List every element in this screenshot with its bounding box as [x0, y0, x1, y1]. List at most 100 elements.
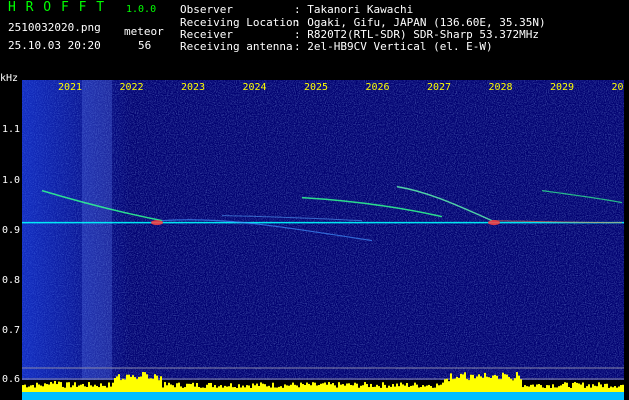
meteor-activity-bar: [618, 386, 620, 392]
meteor-activity-bar: [396, 383, 398, 392]
meteor-activity-bar: [368, 387, 370, 392]
meteor-activity-bar: [284, 384, 286, 392]
meteor-activity-bar: [118, 374, 120, 392]
meteor-activity-bar: [198, 386, 200, 392]
meteor-activity-bar: [36, 382, 38, 392]
meteor-activity-bar: [64, 387, 66, 392]
meteor-activity-bar: [110, 386, 112, 392]
meteor-activity-bar: [384, 384, 386, 392]
meteor-activity-bar: [446, 378, 448, 392]
meteor-activity-bar: [190, 384, 192, 392]
meteor-activity-bar: [340, 384, 342, 392]
meteor-activity-bar: [604, 383, 606, 392]
meteor-activity-bar: [438, 385, 440, 392]
meteor-activity-bar: [116, 376, 118, 392]
meteor-activity-bar: [470, 374, 472, 392]
meteor-activity-bar: [516, 372, 518, 392]
meteor-activity-bar: [52, 383, 54, 392]
meteor-activity-bar: [22, 385, 24, 392]
meteor-activity-bar: [188, 383, 190, 392]
meteor-activity-bar: [412, 385, 414, 392]
y-tick-label: 0.9: [2, 225, 21, 236]
meteor-activity-bar: [254, 385, 256, 392]
x-tick-label: 2022: [119, 82, 143, 93]
meteor-activity-bar: [224, 385, 226, 392]
meteor-activity-bar: [310, 385, 312, 392]
meteor-activity-bar: [324, 382, 326, 392]
meteor-activity-bar: [258, 385, 260, 392]
meteor-activity-bar: [112, 382, 114, 392]
meteor-activity-bar: [268, 385, 270, 392]
meteor-activity-bar: [458, 377, 460, 392]
meteor-activity-bar: [474, 378, 476, 392]
meteor-activity-bar: [580, 384, 582, 392]
meteor-activity-bar: [38, 384, 40, 392]
file-name: 2510032020.png: [8, 21, 101, 34]
meteor-activity-bar: [476, 376, 478, 392]
meteor-activity-bar: [486, 376, 488, 392]
meteor-activity-bar: [354, 382, 356, 392]
meteor-activity-bar: [520, 379, 522, 392]
meteor-activity-bar: [420, 387, 422, 392]
meteor-activity-bar: [140, 376, 142, 392]
meteor-activity-bar: [126, 374, 128, 392]
meteor-activity-bar: [206, 384, 208, 392]
meteor-activity-bar: [286, 385, 288, 392]
meteor-activity-bar: [218, 386, 220, 392]
meteor-activity-bar: [590, 387, 592, 392]
meteor-activity-bar: [308, 383, 310, 392]
meteor-activity-bar: [178, 382, 180, 392]
meteor-activity-bar: [518, 375, 520, 392]
meteor-activity-bar: [528, 386, 530, 392]
meteor-activity-bar: [278, 386, 280, 392]
meteor-activity-bar: [598, 382, 600, 392]
meteor-activity-bar: [586, 386, 588, 392]
meteor-activity-bar: [242, 385, 244, 392]
meteor-activity-bar: [550, 387, 552, 392]
meteor-activity-bar: [40, 385, 42, 392]
x-tick-label: 2028: [488, 82, 512, 93]
meteor-activity-bar: [478, 374, 480, 392]
meteor-activity-bar: [72, 385, 74, 392]
meteor-activity-bar: [564, 382, 566, 392]
meteor-activity-bar: [400, 382, 402, 392]
meteor-activity-bar: [338, 382, 340, 392]
meteor-activity-bar: [328, 382, 330, 392]
meteor-activity-bar: [442, 382, 444, 392]
meteor-activity-bar: [44, 383, 46, 392]
meteor-activity-bar: [90, 385, 92, 392]
meteor-activity-bar: [468, 380, 470, 392]
x-tick-label: 2023: [181, 82, 205, 93]
meteor-activity-bar: [498, 379, 500, 392]
meteor-activity-bar: [356, 383, 358, 392]
meteor-activity-bar: [288, 385, 290, 392]
meteor-activity-bar: [422, 385, 424, 392]
meteor-activity-bar: [294, 384, 296, 392]
meteor-activity-bar: [490, 377, 492, 392]
x-tick-label: 2030: [611, 82, 624, 93]
meteor-activity-bar: [150, 378, 152, 392]
meteor-activity-bar: [394, 386, 396, 392]
meteor-activity-bar: [56, 384, 58, 392]
meteor-activity-bar: [388, 385, 390, 392]
meteor-activity-bar: [332, 383, 334, 392]
meteor-count: 56: [138, 39, 152, 52]
meteor-activity-bar: [534, 386, 536, 392]
meteor-activity-bar: [572, 382, 574, 392]
meteor-activity-bar: [482, 377, 484, 392]
meteor-activity-bar: [132, 375, 134, 392]
meteor-activity-bar: [596, 386, 598, 392]
antenna-value: : 2el-HB9CV Vertical (el. E-W): [294, 40, 493, 53]
meteor-activity-bar: [200, 387, 202, 392]
meteor-activity-bar: [170, 384, 172, 392]
meteor-activity-bar: [250, 387, 252, 392]
meteor-activity-bar: [370, 383, 372, 392]
meteor-activity-bar: [214, 385, 216, 392]
meteor-activity-bar: [240, 387, 242, 392]
meteor-activity-bar: [266, 386, 268, 392]
meteor-activity-bar: [60, 382, 62, 392]
meteor-activity-bar: [374, 386, 376, 392]
meteor-activity-bar: [272, 382, 274, 392]
meteor-activity-bar: [560, 385, 562, 392]
meteor-activity-bar: [540, 385, 542, 392]
